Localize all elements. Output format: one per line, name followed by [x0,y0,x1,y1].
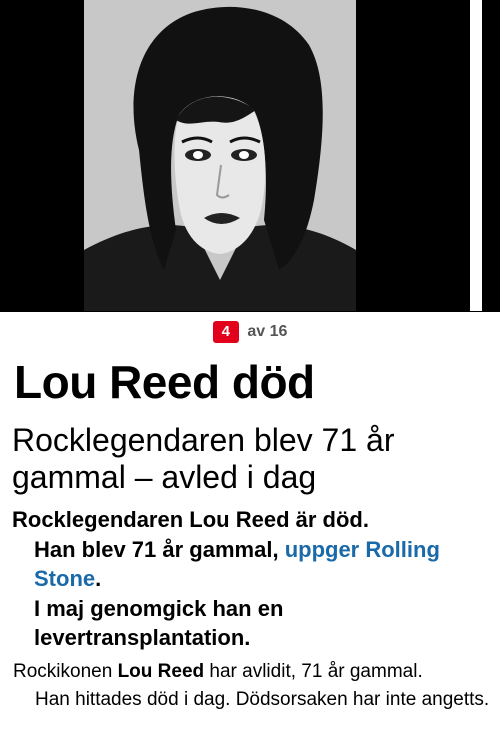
body-name-bold: Lou Reed [117,661,205,682]
body-paragraph-1-end: har avlidit, 71 år gammal. [209,661,423,682]
body-paragraph-1-start: Rockikonen [13,661,113,682]
gallery-pager: 4 av 16 [0,321,500,343]
photo-gallery[interactable] [0,0,500,312]
body-paragraph-1: Rockikonen Lou Reed har avlidit, 71 år g… [13,658,495,686]
article-lead: Rocklegendaren Lou Reed är död. Han blev… [12,505,492,653]
next-photo-edge[interactable] [470,0,482,311]
article-subheadline: Rocklegendaren blev 71 år gammal – avled… [12,422,395,495]
photo-total: av 16 [247,323,288,340]
lead-paragraph-1: Rocklegendaren Lou Reed är död. [12,507,369,532]
current-photo-badge: 4 [212,321,239,343]
body-paragraph-2: Han hittades död i dag. Dödsorsaken har … [35,689,490,710]
portrait-image [84,0,356,311]
lead-paragraph-3: I maj genomgick han en levertransplantat… [34,595,284,651]
article-body: Rockikonen Lou Reed har avlidit, 71 år g… [13,658,495,714]
lead-paragraph-2-text: Han blev 71 år gammal, [34,536,279,562]
article-photo[interactable] [84,0,356,311]
article-headline: Lou Reed död [14,356,315,408]
lead-paragraph-2: Han blev 71 år gammal, uppger Rolling St… [12,535,492,594]
lead-paragraph-2-end: . [95,566,102,591]
